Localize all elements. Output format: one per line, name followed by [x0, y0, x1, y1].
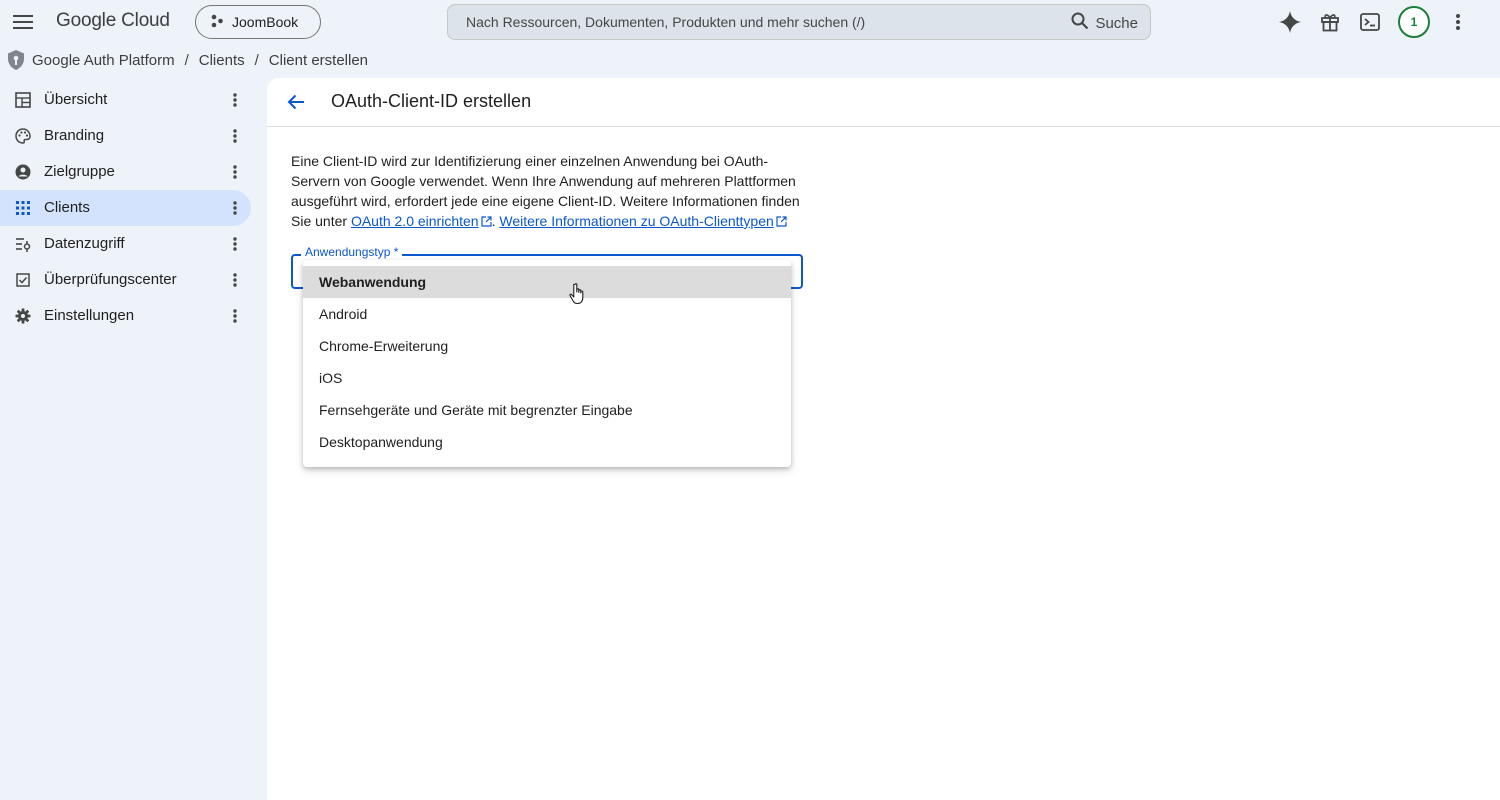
notifications-avatar[interactable]: 1: [1398, 6, 1430, 38]
link-separator: .: [491, 213, 496, 229]
more-vert-icon[interactable]: [226, 234, 244, 254]
sidebar-item-uebersicht[interactable]: Übersicht: [0, 82, 251, 118]
more-vert-icon[interactable]: [226, 126, 244, 146]
gift-icon[interactable]: [1318, 6, 1342, 38]
project-name: JoomBook: [232, 14, 299, 30]
sidebar: Übersicht Branding Zielgruppe Clients Da…: [0, 82, 258, 334]
option-ios[interactable]: iOS: [303, 362, 791, 394]
cloud-shell-terminal-icon[interactable]: [1358, 6, 1382, 38]
search-button[interactable]: Suche: [1071, 12, 1138, 34]
breadcrumb-clients[interactable]: Clients: [199, 52, 245, 69]
application-type-dropdown: Webanwendung Android Chrome-Erweiterung …: [303, 260, 791, 467]
top-bar: Google Cloud JoomBook Suche 1: [0, 0, 1500, 44]
oauth-client-types-link[interactable]: Weitere Informationen zu OAuth-Clienttyp…: [499, 213, 773, 229]
sidebar-item-label: Einstellungen: [44, 307, 135, 324]
gear-icon: [14, 307, 32, 325]
sidebar-item-ueberpruefungscenter[interactable]: Überprüfungscenter: [0, 262, 251, 298]
oauth-setup-link[interactable]: OAuth 2.0 einrichten: [351, 213, 479, 229]
option-android[interactable]: Android: [303, 298, 791, 330]
hamburger-menu-icon[interactable]: [11, 10, 35, 34]
sidebar-item-einstellungen[interactable]: Einstellungen: [0, 298, 251, 334]
sidebar-item-label: Clients: [44, 199, 90, 216]
external-link-icon: [776, 212, 787, 232]
option-desktopanwendung[interactable]: Desktopanwendung: [303, 426, 791, 458]
more-vert-icon[interactable]: [226, 198, 244, 218]
back-arrow-icon[interactable]: [285, 91, 307, 113]
page-title: OAuth-Client-ID erstellen: [331, 91, 532, 111]
google-cloud-logo[interactable]: Google Cloud: [56, 10, 170, 32]
more-vert-icon[interactable]: [226, 270, 244, 290]
more-vert-icon[interactable]: [226, 162, 244, 182]
breadcrumb-google-auth-platform[interactable]: Google Auth Platform: [32, 52, 175, 69]
main-panel: OAuth-Client-ID erstellen Eine Client-ID…: [267, 78, 1500, 800]
account-circle-icon: [14, 163, 32, 181]
sidebar-item-zielgruppe[interactable]: Zielgruppe: [0, 154, 251, 190]
breadcrumb-client-erstellen: Client erstellen: [268, 51, 369, 69]
sidebar-item-label: Übersicht: [44, 91, 108, 108]
top-actions: 1: [1278, 6, 1470, 38]
sidebar-item-clients[interactable]: Clients: [0, 190, 251, 226]
search-input[interactable]: [466, 14, 1056, 30]
palette-icon: [14, 127, 32, 145]
apps-grid-icon: [14, 199, 32, 217]
more-vert-icon[interactable]: [226, 306, 244, 326]
breadcrumb-separator: /: [254, 51, 259, 69]
sidebar-item-label: Überprüfungscenter: [44, 271, 177, 288]
sidebar-item-branding[interactable]: Branding: [0, 118, 251, 154]
more-vert-icon[interactable]: [226, 90, 244, 110]
option-chrome-erweiterung[interactable]: Chrome-Erweiterung: [303, 330, 791, 362]
sidebar-item-label: Branding: [44, 127, 105, 144]
option-tv-limited-input[interactable]: Fernsehgeräte und Geräte mit begrenzter …: [303, 394, 791, 426]
dashboard-icon: [14, 91, 32, 109]
sidebar-item-label: Zielgruppe: [44, 163, 115, 180]
description-text: Eine Client-ID wird zur Identifizierung …: [291, 151, 803, 232]
project-selector-button[interactable]: JoomBook: [195, 5, 321, 39]
sidebar-item-label: Datenzugriff: [44, 235, 125, 252]
sidebar-item-datenzugriff[interactable]: Datenzugriff: [0, 226, 251, 262]
breadcrumb: Google Auth Platform / Clients / Client …: [6, 48, 368, 72]
checkbox-icon: [14, 271, 32, 289]
application-type-label: Anwendungstyp *: [301, 245, 403, 259]
more-vert-icon[interactable]: [1446, 6, 1470, 38]
tune-list-icon: [14, 235, 32, 253]
search-icon: [1071, 12, 1089, 34]
search-button-label: Suche: [1095, 14, 1138, 32]
page-header: OAuth-Client-ID erstellen: [267, 78, 1500, 127]
external-link-icon: [480, 212, 492, 232]
shield-icon: [6, 49, 26, 71]
gemini-sparkle-icon[interactable]: [1278, 6, 1302, 38]
search-bar: Suche: [447, 4, 1151, 40]
option-webanwendung[interactable]: Webanwendung: [303, 266, 791, 298]
project-dots-icon: [210, 14, 224, 31]
breadcrumb-separator: /: [184, 51, 189, 69]
